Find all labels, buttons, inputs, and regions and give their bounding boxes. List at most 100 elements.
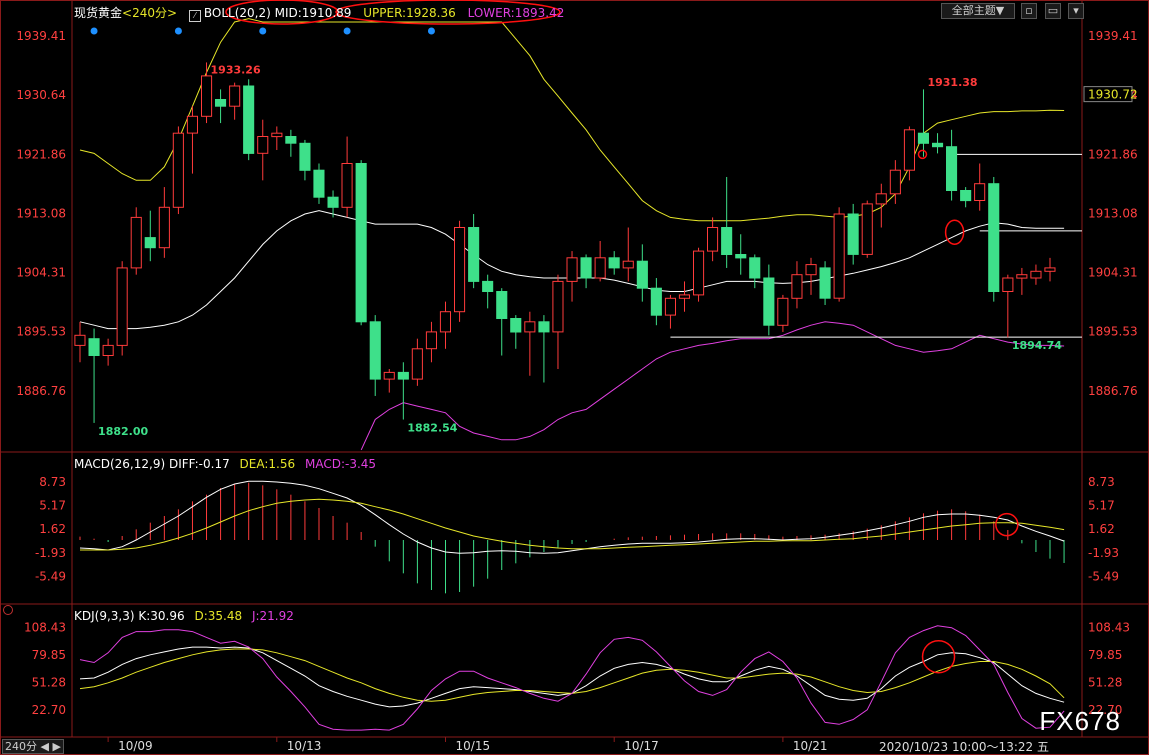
boll-line-lower xyxy=(360,321,1065,451)
candle-body-38 xyxy=(608,257,620,269)
kdj-ytick-right-1: 79.85 xyxy=(1088,648,1122,662)
main-ytick-right-0: 1939.41 xyxy=(1088,29,1138,43)
candle-body-62 xyxy=(946,146,958,191)
candle-body-28 xyxy=(468,227,480,282)
highlight-kdj-cross xyxy=(921,639,956,674)
candle-body-54 xyxy=(833,213,845,299)
candle-body-69 xyxy=(1044,267,1056,272)
main-ytick-left-6: 1886.76 xyxy=(16,384,66,398)
candle-body-40 xyxy=(636,260,648,289)
restore-icon[interactable]: ▭ xyxy=(1045,3,1061,19)
candle-body-16 xyxy=(299,142,311,171)
boll-mid: MID:1910.89 xyxy=(274,6,352,20)
date-label-2: 10/15 xyxy=(456,739,491,753)
candle-body-60 xyxy=(917,132,930,144)
main-ytick-left-5: 1895.53 xyxy=(16,325,66,339)
candle-body-33 xyxy=(538,321,550,333)
price-annotation-1: 1882.00 xyxy=(98,425,148,438)
main-ytick-left-2: 1921.86 xyxy=(16,147,66,161)
candle-body-30 xyxy=(496,291,508,319)
candle-body-32 xyxy=(524,321,536,333)
minimize-icon[interactable]: ▫ xyxy=(1021,3,1037,19)
candle-body-2 xyxy=(102,344,114,356)
price-annotation-0: 1933.26 xyxy=(211,64,261,77)
candle-body-24 xyxy=(411,348,423,380)
highlight-macd-cross xyxy=(995,512,1019,537)
candle-body-57 xyxy=(875,193,887,205)
candle-body-53 xyxy=(819,267,831,299)
candle-body-66 xyxy=(1002,277,1014,292)
period-button[interactable]: 240分 ◀ ▶ xyxy=(2,739,64,754)
kdj-line-j xyxy=(79,625,1065,731)
date-label-3: 10/17 xyxy=(624,739,659,753)
candle-body-48 xyxy=(749,257,761,279)
macd-ytick-left-1: 5.17 xyxy=(39,499,66,513)
macd-ytick-left-3: -1.93 xyxy=(35,546,66,560)
boll-icon[interactable]: ⁄ xyxy=(188,10,201,22)
date-label-0: 10/09 xyxy=(118,739,153,753)
highlight-upper-touch xyxy=(917,149,928,160)
candle-body-11 xyxy=(229,85,241,107)
event-marker-2 xyxy=(259,27,267,35)
candle-body-20 xyxy=(355,163,367,323)
kdj-line-k xyxy=(79,646,1065,708)
kdj-k: K:30.96 xyxy=(138,609,185,623)
main-ytick-right-2: 1921.86 xyxy=(1088,147,1138,161)
current-price-label: 1930.72 xyxy=(1088,88,1138,102)
candle-body-49 xyxy=(763,277,775,326)
candle-body-45 xyxy=(707,227,719,252)
watermark: FX678 xyxy=(1039,706,1121,736)
candle-body-6 xyxy=(158,206,170,249)
date-label-1: 10/13 xyxy=(287,739,322,753)
main-ytick-right-6: 1886.76 xyxy=(1088,384,1138,398)
candle-body-10 xyxy=(215,99,227,107)
macd-value: MACD:-3.45 xyxy=(304,457,377,471)
candle-body-15 xyxy=(285,136,297,144)
candle-body-21 xyxy=(369,321,381,380)
candle-body-56 xyxy=(861,203,873,255)
candle-body-0 xyxy=(74,334,86,346)
main-ytick-left-3: 1913.08 xyxy=(16,206,66,220)
event-marker-0 xyxy=(90,27,98,35)
kdj-ytick-left-2: 51.28 xyxy=(32,676,66,690)
candle-body-14 xyxy=(271,132,283,138)
main-ytick-left-0: 1939.41 xyxy=(16,29,66,43)
candle-body-35 xyxy=(566,257,578,282)
macd-ytick-left-0: 8.73 xyxy=(39,475,66,489)
macd-ytick-right-2: 1.62 xyxy=(1088,522,1115,536)
macd-header: MACD(26,12,9) DIFF:-0.17 DEA:1.56 MACD:-… xyxy=(74,457,376,471)
candle-body-34 xyxy=(552,280,564,333)
candle-body-59 xyxy=(903,129,916,171)
macd-ytick-right-0: 8.73 xyxy=(1088,475,1115,489)
chart-canvas: 1939.411939.411930.641930.641921.861921.… xyxy=(0,0,1149,755)
candle-body-42 xyxy=(664,297,677,316)
kdj-ytick-right-0: 108.43 xyxy=(1088,620,1130,634)
event-marker-4 xyxy=(427,27,435,35)
candle-body-37 xyxy=(594,257,606,279)
period-button-label: 240分 xyxy=(5,740,38,753)
candle-body-39 xyxy=(622,260,634,269)
event-marker-3 xyxy=(343,27,351,35)
candle-body-3 xyxy=(116,267,128,346)
macd-ytick-right-3: -1.93 xyxy=(1088,546,1119,560)
date-label-4: 10/21 xyxy=(793,739,828,753)
candle-body-63 xyxy=(960,190,972,202)
footer-timestamp: 2020/10/23 10:00～13:22 五 xyxy=(879,740,1049,754)
kdj-ytick-left-1: 79.85 xyxy=(32,648,66,662)
kdj-ytick-left-0: 108.43 xyxy=(24,620,66,634)
candle-body-8 xyxy=(186,115,198,134)
candle-body-50 xyxy=(777,297,789,326)
candle-body-36 xyxy=(580,257,592,279)
main-ytick-left-1: 1930.64 xyxy=(16,88,66,102)
symbol-name: 现货黄金 xyxy=(74,6,123,20)
kdj-settings-icon[interactable] xyxy=(3,605,13,615)
macd-name: MACD(26,12,9) xyxy=(74,457,166,471)
event-marker-1 xyxy=(174,27,182,35)
theme-select-button[interactable]: 全部主题▼ xyxy=(941,3,1015,19)
candle-body-13 xyxy=(257,136,269,154)
candle-body-44 xyxy=(693,250,705,296)
close-icon[interactable]: ▾ xyxy=(1068,3,1084,19)
macd-ytick-right-4: -5.49 xyxy=(1088,570,1119,584)
main-ytick-right-4: 1904.31 xyxy=(1088,266,1138,280)
macd-ytick-left-2: 1.62 xyxy=(39,522,66,536)
